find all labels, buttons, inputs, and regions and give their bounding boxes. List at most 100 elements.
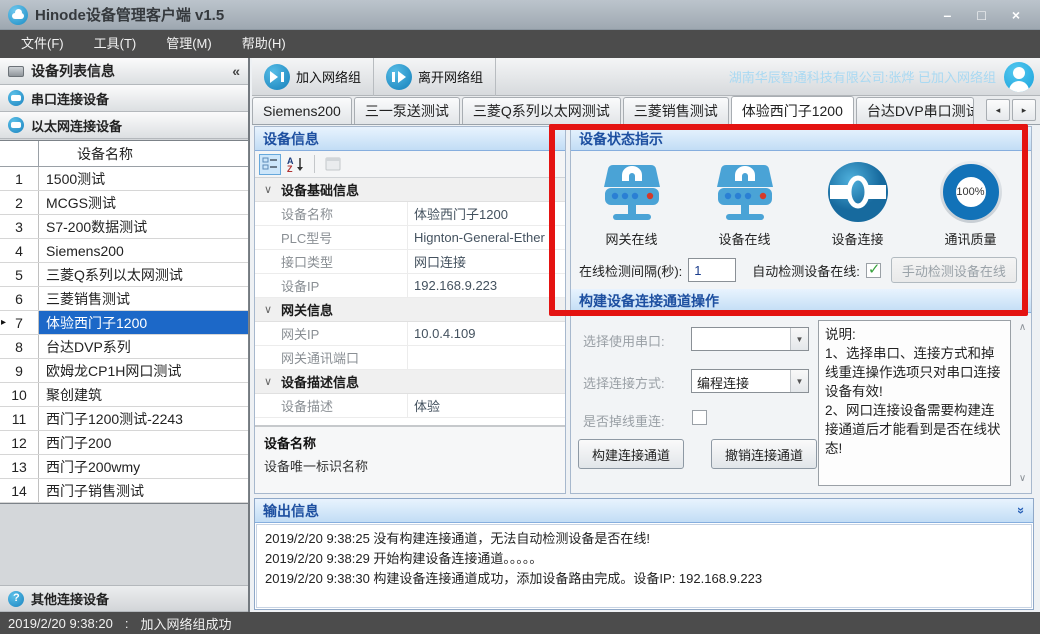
device-name-cell[interactable]: 聚创建筑 bbox=[39, 383, 248, 406]
log-line: 2019/2/20 9:38:29 开始构建设备连接通道。。。。。 bbox=[265, 549, 1023, 569]
scroll-down-icon[interactable]: ∨ bbox=[1019, 473, 1026, 484]
device-table-header: 设备名称 bbox=[0, 141, 248, 167]
table-row[interactable]: ▸10 聚创建筑 bbox=[0, 383, 248, 407]
table-row[interactable]: ▸9 欧姆龙CP1H网口测试 bbox=[0, 359, 248, 383]
interval-input[interactable] bbox=[688, 258, 736, 282]
category-chevron-icon: ∨ bbox=[255, 183, 281, 196]
property-grid-toolbar: A Z bbox=[255, 151, 565, 178]
device-name-cell[interactable]: 台达DVP系列 bbox=[39, 335, 248, 358]
sort-alphabetical-icon[interactable]: A Z bbox=[285, 154, 307, 175]
reconnect-label: 是否掉线重连: bbox=[583, 411, 665, 430]
user-avatar-icon[interactable] bbox=[1004, 62, 1034, 92]
app-logo-icon bbox=[8, 5, 28, 25]
table-row[interactable]: ▸1 1500测试 bbox=[0, 167, 248, 191]
menu-item[interactable]: 工具(T) bbox=[79, 30, 152, 58]
gateway-online-indicator: 网关在线 bbox=[575, 159, 688, 251]
join-network-icon bbox=[264, 64, 290, 90]
menu-item[interactable]: 文件(F) bbox=[6, 30, 79, 58]
window-title: Hinode设备管理客户端 v1.5 bbox=[35, 4, 224, 25]
device-name-cell[interactable]: S7-200数据测试 bbox=[39, 215, 248, 238]
table-row[interactable]: ▸7 体验西门子1200 bbox=[0, 311, 248, 335]
leave-network-button[interactable]: 离开网络组 bbox=[374, 58, 496, 96]
maximize-button[interactable]: □ bbox=[977, 0, 985, 30]
property-row[interactable]: 设备名称 体验西门子1200 bbox=[255, 202, 565, 226]
dropdown-arrow-icon[interactable]: ▼ bbox=[790, 328, 808, 350]
property-row[interactable]: PLC型号 Hignton-General-Ether bbox=[255, 226, 565, 250]
menu-item[interactable]: 帮助(H) bbox=[227, 30, 301, 58]
property-row[interactable]: 接口类型 网口连接 bbox=[255, 250, 565, 274]
online-check-controls: 在线检测间隔(秒): 自动检测设备在线: 手动检测设备在线 bbox=[571, 251, 1031, 289]
device-name-cell[interactable]: Siemens200 bbox=[39, 239, 248, 262]
device-name-cell[interactable]: 西门子销售测试 bbox=[39, 479, 248, 502]
device-name-cell[interactable]: 1500测试 bbox=[39, 167, 248, 190]
device-tab[interactable]: 三菱销售测试 bbox=[623, 97, 729, 124]
reconnect-checkbox[interactable] bbox=[692, 410, 707, 425]
property-row[interactable]: ∨ 设备描述信息 bbox=[255, 370, 565, 394]
minimize-button[interactable]: – bbox=[944, 0, 952, 30]
menu-item[interactable]: 管理(M) bbox=[151, 30, 227, 58]
sidebar-collapse-icon[interactable]: « bbox=[232, 63, 240, 79]
device-name-cell[interactable]: 西门子1200测试-2243 bbox=[39, 407, 248, 430]
property-grid: ∨ 设备基础信息 设备名称 体验西门子1200 PLC型号 Hignton-G bbox=[255, 178, 565, 425]
device-name-cell[interactable]: 欧姆龙CP1H网口测试 bbox=[39, 359, 248, 382]
table-row[interactable]: ▸12 西门子200 bbox=[0, 431, 248, 455]
property-row[interactable]: ∨ 设备基础信息 bbox=[255, 178, 565, 202]
table-row[interactable]: ▸5 三菱Q系列以太网测试 bbox=[0, 263, 248, 287]
serial-group-icon bbox=[8, 90, 24, 106]
revoke-channel-button[interactable]: 撤销连接通道 bbox=[711, 439, 817, 469]
tab-scroll-left-button[interactable]: ◂ bbox=[986, 99, 1010, 121]
device-name-cell[interactable]: 三菱Q系列以太网测试 bbox=[39, 263, 248, 286]
device-tab[interactable]: Siemens200 bbox=[252, 97, 352, 124]
property-row[interactable]: ∨ 网关信息 bbox=[255, 298, 565, 322]
device-table: 设备名称 ▸1 1500测试 ▸2 MCGS测试 ▸3 bbox=[0, 140, 249, 504]
device-list-icon bbox=[8, 66, 24, 77]
manual-detect-button[interactable]: 手动检测设备在线 bbox=[891, 257, 1017, 283]
group-serial-devices[interactable]: 串口连接设备 bbox=[0, 85, 248, 112]
serial-port-select[interactable]: ▼ bbox=[691, 327, 809, 351]
selected-row-marker-icon: ▸ bbox=[1, 317, 6, 328]
output-log-area[interactable]: 2019/2/20 9:38:25 没有构建连接通道，无法自动检测设备是否在线!… bbox=[256, 524, 1032, 608]
table-row[interactable]: ▸8 台达DVP系列 bbox=[0, 335, 248, 359]
group-ethernet-devices[interactable]: 以太网连接设备 bbox=[0, 112, 248, 139]
dropdown-arrow-icon[interactable]: ▼ bbox=[790, 370, 808, 392]
property-description-title: 设备名称 bbox=[264, 433, 556, 452]
categorized-view-icon[interactable] bbox=[259, 154, 281, 175]
output-panel-title: 输出信息 bbox=[263, 501, 319, 521]
table-row[interactable]: ▸2 MCGS测试 bbox=[0, 191, 248, 215]
table-row[interactable]: ▸6 三菱销售测试 bbox=[0, 287, 248, 311]
property-row[interactable]: 设备描述 体验 bbox=[255, 394, 565, 418]
scroll-up-icon[interactable]: ∧ bbox=[1019, 322, 1026, 333]
join-network-button[interactable]: 加入网络组 bbox=[252, 58, 374, 96]
close-button[interactable]: × bbox=[1012, 0, 1020, 30]
device-tab[interactable]: 三菱Q系列以太网测试 bbox=[462, 97, 621, 124]
table-row[interactable]: ▸13 西门子200wmy bbox=[0, 455, 248, 479]
build-channel-button[interactable]: 构建连接通道 bbox=[578, 439, 684, 469]
table-row[interactable]: ▸4 Siemens200 bbox=[0, 239, 248, 263]
device-tab[interactable]: 三一泵送测试 bbox=[354, 97, 460, 124]
output-collapse-icon[interactable]: » bbox=[1014, 507, 1029, 514]
connect-mode-select[interactable]: 编程连接 ▼ bbox=[691, 369, 809, 393]
tab-scroll-right-button[interactable]: ▸ bbox=[1012, 99, 1036, 121]
leave-network-icon bbox=[386, 64, 412, 90]
device-name-cell[interactable]: MCGS测试 bbox=[39, 191, 248, 214]
device-name-cell[interactable]: 三菱销售测试 bbox=[39, 287, 248, 310]
device-name-cell[interactable]: 西门子200wmy bbox=[39, 455, 248, 478]
device-tab[interactable]: 体验西门子1200 bbox=[731, 96, 854, 124]
property-row[interactable]: 网关通讯端口 bbox=[255, 346, 565, 370]
device-name-cell[interactable]: 西门子200 bbox=[39, 431, 248, 454]
property-description-text: 设备唯一标识名称 bbox=[264, 456, 556, 475]
property-row[interactable]: 设备IP 192.168.9.223 bbox=[255, 274, 565, 298]
group-other-devices[interactable]: 其他连接设备 bbox=[0, 585, 248, 612]
note-scrollbar[interactable]: ∧ ∨ bbox=[1015, 320, 1030, 486]
table-row[interactable]: ▸11 西门子1200测试-2243 bbox=[0, 407, 248, 431]
auto-detect-checkbox[interactable] bbox=[866, 263, 881, 278]
table-row[interactable]: ▸3 S7-200数据测试 bbox=[0, 215, 248, 239]
property-row[interactable]: 网关IP 10.0.4.109 bbox=[255, 322, 565, 346]
device-tab[interactable]: 台达DVP串口测试 bbox=[856, 97, 974, 124]
sidebar-title: 设备列表信息 bbox=[31, 61, 115, 81]
device-name-cell[interactable]: 体验西门子1200 bbox=[39, 311, 248, 334]
auto-detect-label: 自动检测设备在线: bbox=[752, 261, 860, 280]
serial-port-label: 选择使用串口: bbox=[583, 331, 665, 350]
table-row[interactable]: ▸14 西门子销售测试 bbox=[0, 479, 248, 503]
device-status-column: 设备状态指示 网关在线 bbox=[570, 126, 1032, 494]
